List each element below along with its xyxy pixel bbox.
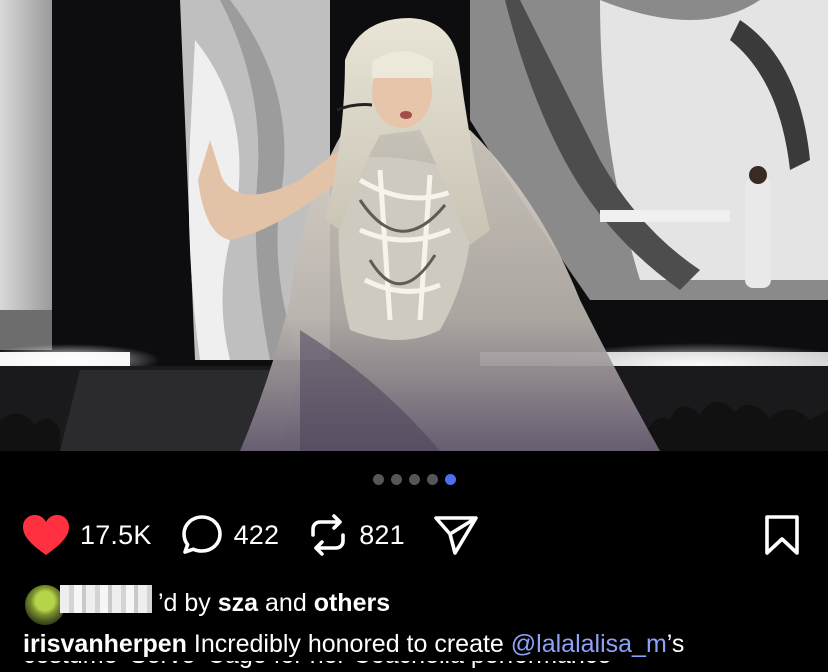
liked-by-text: ’d by sza and others: [158, 589, 390, 618]
repost-icon: [311, 514, 346, 556]
carousel-dot: [426, 474, 438, 485]
repost-count: 821: [359, 519, 405, 550]
heart-icon: [23, 515, 69, 555]
comment-count: 422: [233, 519, 280, 550]
caption-next-line: costume ‘Serve’ Cage for her Coachella p…: [23, 661, 623, 672]
liked-by-user[interactable]: sza: [218, 589, 258, 617]
post-caption: irisvanherpen Incredibly honored to crea…: [23, 628, 808, 661]
like-count: 17.5K: [80, 519, 152, 550]
caption-suffix: ’s: [666, 630, 685, 658]
blurred-username: [60, 585, 152, 613]
stage-photo: [0, 0, 828, 451]
caption-username[interactable]: irisvanherpen: [23, 630, 187, 658]
liked-by-prefix: ’d by: [158, 588, 211, 617]
post-image[interactable]: [0, 0, 828, 451]
carousel-dot: [372, 474, 384, 485]
liked-by-avatars: [23, 583, 158, 627]
carousel-dot: [408, 474, 420, 485]
share-icon: [434, 516, 478, 555]
carousel-dot: [390, 474, 402, 485]
post-actions: 17.5K 422 821: [22, 510, 806, 560]
save-button[interactable]: [764, 514, 800, 556]
bookmark-icon: [765, 515, 799, 555]
liked-by-joiner: and: [265, 588, 307, 617]
repost-button[interactable]: 821: [307, 513, 405, 557]
comment-icon: [181, 515, 222, 554]
carousel-indicator: [0, 474, 828, 485]
carousel-dot-active: [444, 474, 456, 485]
comment-button[interactable]: 422: [180, 513, 280, 557]
liked-by-row[interactable]: ’d by sza and others: [23, 583, 818, 627]
caption-mention[interactable]: @lalalalisa_m: [511, 630, 667, 658]
caption-text: Incredibly honored to create: [193, 630, 504, 658]
share-button[interactable]: [433, 514, 479, 556]
like-button[interactable]: 17.5K: [22, 514, 152, 556]
liked-by-others[interactable]: others: [314, 589, 390, 617]
caption-next-line-text: costume ‘Serve’ Cage for her Coachella p…: [23, 661, 623, 672]
